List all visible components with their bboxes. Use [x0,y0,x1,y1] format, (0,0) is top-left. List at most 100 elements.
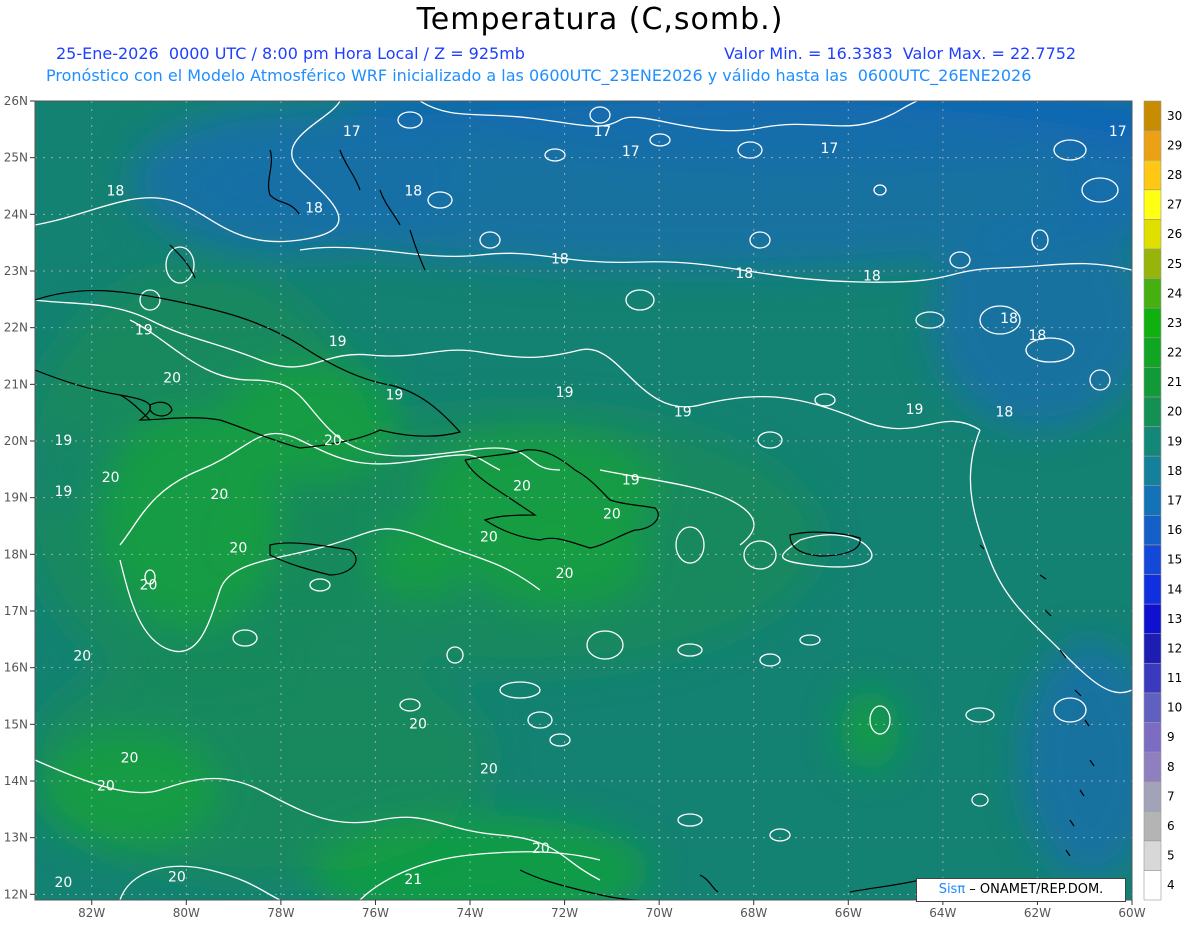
lat-label: 23N [4,264,28,278]
shade-region [370,520,470,600]
colorbar-swatch [1143,514,1162,546]
contour-label: 18 [404,184,422,200]
lon-label: 62W [1024,906,1051,920]
contour-label: 19 [135,323,153,339]
lat-label: 19N [4,491,28,505]
lon-label: 72W [551,906,578,920]
contour-label: 19 [622,473,640,489]
colorbar-label: 22 [1167,346,1182,360]
contour-label: 18 [1029,328,1047,344]
colorbar-label: 21 [1167,375,1182,389]
lat-label: 12N [4,887,28,901]
longitude-labels: 82W 80W 78W 76W 74W 72W 70W 68W 66W 64W 62W 60W [78,906,1146,920]
lon-label: 76W [362,906,389,920]
colorbar-swatch [1143,278,1162,309]
contour-label: 18 [551,252,569,268]
shade-region [130,105,470,255]
contour-label: 19 [329,334,347,350]
contour-label: 20 [73,648,91,664]
contour-label: 19 [556,385,574,401]
contour-label: 20 [556,566,574,582]
contour-label: 20 [102,470,120,486]
colorbar-swatch [1143,544,1162,575]
contour-label: 18 [995,405,1013,421]
lon-label: 60W [1118,906,1145,920]
contour-label: 20 [409,716,427,732]
contour-label: 18 [735,266,753,282]
colorbar-label: 24 [1167,286,1182,300]
contour-label: 17 [622,144,640,160]
colorbar-label: 25 [1167,257,1182,271]
lon-label: 80W [173,906,200,920]
colorbar-swatch [1143,485,1162,516]
contour-label: 18 [1000,311,1018,327]
latitude-labels: 26N 25N 24N 23N 22N 21N 20N 19N 18N 17N 16N 15N 14N 1… [4,94,28,901]
colorbar-label: 6 [1167,819,1175,833]
colorbar-label: 19 [1167,434,1182,448]
colorbar-label: 15 [1167,553,1182,567]
colorbar-label: 30 [1167,109,1182,123]
colorbar-label: 18 [1167,464,1182,478]
colorbar-label: 17 [1167,494,1182,508]
shade-region [930,210,1132,430]
contour-label: 20 [480,529,498,545]
contour-label: 18 [106,184,124,200]
credit-box: Sisπ – ONAMET/REP.DOM. [916,878,1126,902]
contour-label: 19 [906,402,924,418]
shade-region [220,360,400,480]
colorbar-swatch [1143,189,1162,220]
colorbar-label: 10 [1167,701,1182,715]
shade-region [840,690,900,770]
lat-label: 13N [4,831,28,845]
forecast-map: 17 17 17 17 17 18 18 18 18 18 18 18 18 18 19 19 19 19 19 19… [4,94,1183,920]
colorbar-swatch [1143,870,1162,901]
colorbar-label: 7 [1167,789,1175,803]
contour-label: 20 [168,869,186,885]
lat-label: 16N [4,661,28,675]
colorbar-label: 4 [1167,878,1175,892]
colorbar-swatch [1143,574,1162,605]
agency-name: – ONAMET/REP.DOM. [965,882,1104,897]
colorbar-swatch [1143,455,1162,487]
colorbar-label: 8 [1167,760,1175,774]
colorbar-swatch [1143,396,1162,427]
contour-label: 20 [603,507,621,523]
shade-region [470,510,650,610]
lat-label: 26N [4,94,28,108]
lon-label: 64W [929,906,956,920]
contour-label: 19 [385,388,403,404]
colorbar-label: 29 [1167,138,1182,152]
lat-label: 22N [4,321,28,335]
lat-label: 15N [4,717,28,731]
colorbar-label: 16 [1167,523,1182,537]
contour-label: 18 [305,201,323,217]
colorbar-label: 23 [1167,316,1182,330]
colorbar-swatch [1143,337,1162,368]
contour-label: 17 [343,124,361,140]
contour-label: 17 [1109,124,1127,140]
lon-label: 68W [740,906,767,920]
colorbar-swatch [1143,159,1162,191]
color-scale-bar: 4 5 6 7 8 9 10 11 12 13 14 15 16 17 18 19 20 21 22 23 24 25 26… [1143,100,1182,901]
contour-label: 19 [674,405,692,421]
colorbar-swatch [1143,307,1162,339]
colorbar-swatch [1143,603,1162,634]
colorbar-label: 5 [1167,849,1175,863]
lat-label: 25N [4,151,28,165]
colorbar-swatch [1143,751,1162,782]
contour-label: 19 [54,433,72,449]
contour-label: 20 [140,578,158,594]
colorbar-label: 27 [1167,198,1182,212]
lon-label: 66W [835,906,862,920]
colorbar-swatch [1143,367,1162,398]
plot-area: 17 17 17 17 17 18 18 18 18 18 18 18 18 18 19 19 19 19 19 19… [35,101,1132,900]
lon-label: 78W [267,906,294,920]
colorbar-label: 12 [1167,641,1182,655]
contour-label: 20 [97,779,115,795]
colorbar-label: 28 [1167,168,1182,182]
lat-label: 14N [4,774,28,788]
contour-label: 20 [324,433,342,449]
contour-label: 20 [210,487,228,503]
colorbar-label: 14 [1167,582,1182,596]
contour-label: 20 [480,762,498,778]
